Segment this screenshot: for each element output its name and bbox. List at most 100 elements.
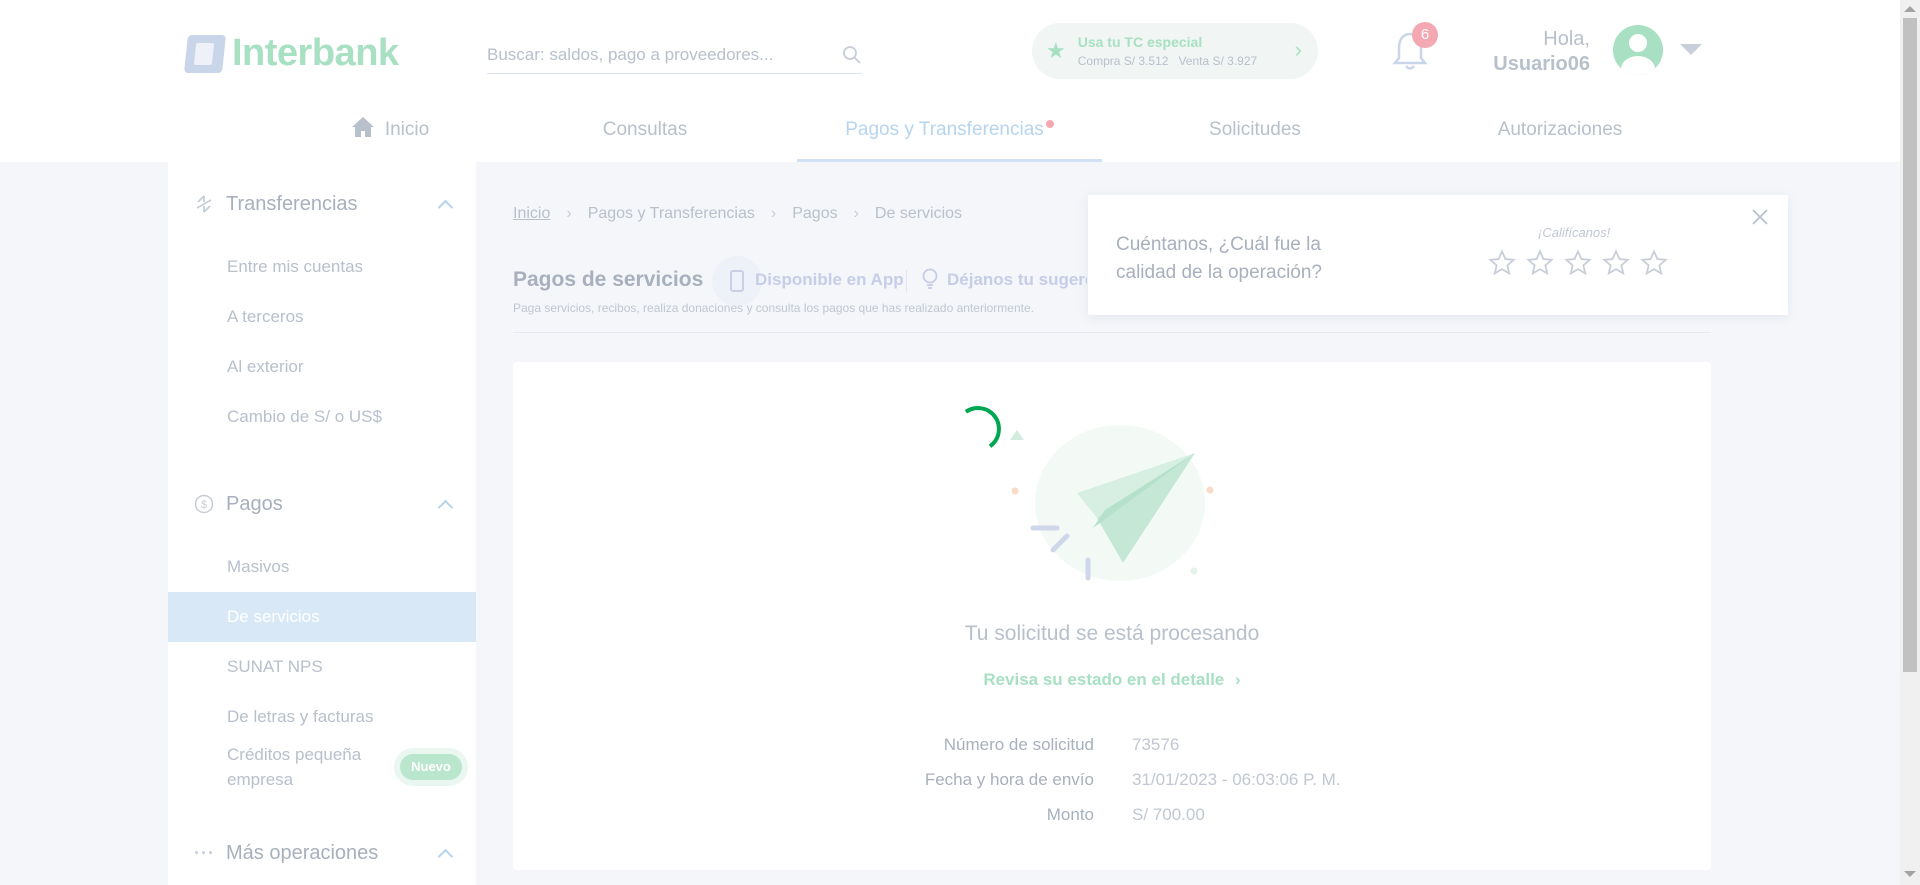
- sidebar-section-pagos[interactable]: $ Pagos: [168, 480, 476, 528]
- detail-value: S/ 700.00: [1132, 805, 1205, 824]
- lightbulb-icon: [922, 268, 938, 289]
- breadcrumb-de-servicios: De servicios: [874, 205, 963, 222]
- chevron-right-icon: ›: [1294, 37, 1302, 62]
- nav-inicio-label: Inicio: [384, 119, 430, 140]
- detail-label: Monto: [1046, 805, 1094, 824]
- sidebar-section-label: Más operaciones: [226, 841, 379, 864]
- chevron-right-icon: ›: [770, 205, 777, 222]
- rating-question: Cuéntanos, ¿Cuál fue la calidad de la op…: [1116, 234, 1322, 283]
- chevron-down-icon[interactable]: [1680, 44, 1702, 55]
- sidebar-item-creditos[interactable]: Créditos pequeña empresa Nuevo: [168, 742, 476, 798]
- available-in-app[interactable]: Disponible en App: [755, 270, 904, 290]
- rating-stars: [1488, 249, 1678, 277]
- star-icon[interactable]: [1602, 249, 1630, 277]
- logo-mark-icon: [184, 34, 226, 73]
- detail-label: Fecha y hora de envío: [924, 770, 1094, 789]
- paper-plane-illustration: [1010, 425, 1214, 581]
- sidebar-item-entre-mis-cuentas[interactable]: Entre mis cuentas: [168, 242, 476, 292]
- nav-solicitudes-label: Solicitudes: [1209, 119, 1301, 140]
- tc-venta: Venta S/ 3.927: [1178, 54, 1258, 68]
- svg-text:$: $: [201, 499, 207, 511]
- chevron-up-icon: [437, 199, 454, 216]
- star-icon[interactable]: [1488, 249, 1516, 277]
- sidebar-item-de-servicios[interactable]: De servicios: [168, 592, 476, 642]
- chevron-up-icon: [437, 848, 454, 865]
- sidebar: Transferencias Entre mis cuentas A terce…: [168, 162, 476, 885]
- page-title: Pagos de servicios: [513, 268, 704, 291]
- sidebar-item-sunat-nps[interactable]: SUNAT NPS: [168, 642, 476, 692]
- top-header: Interbank ★ Usa tu TC especial Compra S/…: [0, 0, 1900, 162]
- nav-pagos-transferencias[interactable]: Pagos y Transferencias: [797, 100, 1102, 162]
- scrollbar[interactable]: [1900, 0, 1920, 885]
- sidebar-section-label: Transferencias: [226, 192, 358, 215]
- breadcrumb-pagos[interactable]: Pagos: [792, 205, 837, 223]
- detail-value: 31/01/2023 - 06:03:06 P. M.: [1132, 770, 1341, 789]
- breadcrumb: Inicio › Pagos y Transferencias › Pagos …: [513, 205, 962, 223]
- notification-badge: 6: [1412, 22, 1438, 48]
- new-badge: Nuevo: [400, 754, 462, 780]
- sidebar-item-masivos[interactable]: Masivos: [168, 542, 476, 592]
- nav-consultas[interactable]: Consultas: [540, 100, 750, 162]
- nav-new-dot: [1045, 120, 1054, 128]
- star-icon[interactable]: [1640, 249, 1668, 277]
- star-icon[interactable]: [1526, 249, 1554, 277]
- scrollbar-thumb[interactable]: [1903, 18, 1917, 672]
- detail-label: Número de solicitud: [943, 735, 1094, 754]
- chevron-right-icon: ›: [853, 205, 859, 222]
- username: Usuario06: [1493, 53, 1590, 75]
- status-detail-link[interactable]: Revisa su estado en el detalle ›: [513, 670, 1711, 690]
- detail-row-fecha: Fecha y hora de envío 31/01/2023 - 06:03…: [513, 770, 1711, 798]
- star-icon: ★: [1046, 38, 1066, 63]
- rating-popup: Cuéntanos, ¿Cuál fue la calidad de la op…: [1088, 195, 1788, 315]
- sidebar-item-a-terceros[interactable]: A terceros: [168, 292, 476, 342]
- chevron-right-icon: ›: [1235, 670, 1241, 689]
- tc-rates: Compra S/ 3.512 Venta S/ 3.927: [1078, 54, 1267, 68]
- divider: [513, 332, 1711, 333]
- scroll-down-arrow-icon[interactable]: [1904, 871, 1916, 877]
- page-description: Paga servicios, recibos, realiza donacio…: [513, 301, 1034, 315]
- chevron-up-icon: [437, 499, 454, 516]
- interbank-logo[interactable]: Interbank: [184, 32, 399, 75]
- user-greeting: Hola, Usuario06: [1480, 28, 1590, 76]
- detail-row-monto: Monto S/ 700.00: [513, 805, 1711, 833]
- tc-especial-banner[interactable]: ★ Usa tu TC especial Compra S/ 3.512 Vent…: [1032, 23, 1318, 79]
- nav-consultas-label: Consultas: [602, 119, 688, 140]
- search-box: [487, 36, 862, 74]
- suggestion-link[interactable]: Déjanos tu sugerencia: [947, 270, 1087, 290]
- status-title: Tu solicitud se está procesando: [964, 622, 1260, 645]
- chevron-right-icon: ›: [566, 205, 572, 222]
- search-icon[interactable]: [842, 45, 862, 65]
- sidebar-item-al-exterior[interactable]: Al exterior: [168, 342, 476, 392]
- main-nav: Inicio Consultas Pagos y Transferencias …: [0, 100, 1900, 162]
- search-input[interactable]: [487, 44, 807, 65]
- sidebar-item-creditos-label: Créditos pequeña empresa: [227, 745, 362, 789]
- tc-compra: Compra S/ 3.512: [1077, 54, 1169, 68]
- nav-inicio[interactable]: Inicio: [240, 100, 540, 162]
- breadcrumb-inicio[interactable]: Inicio: [513, 205, 550, 223]
- sidebar-section-transferencias[interactable]: Transferencias: [168, 180, 476, 228]
- nav-solicitudes[interactable]: Solicitudes: [1160, 100, 1350, 162]
- detail-value: 73576: [1132, 735, 1180, 754]
- nav-autorizaciones-label: Autorizaciones: [1497, 119, 1623, 140]
- brand-name: Interbank: [232, 32, 399, 74]
- scroll-up-arrow-icon[interactable]: [1904, 6, 1916, 12]
- transfer-icon: [196, 195, 212, 213]
- nav-pagos-label: Pagos y Transferencias: [845, 119, 1044, 140]
- breadcrumb-pagos-transferencias[interactable]: Pagos y Transferencias: [588, 205, 755, 223]
- sidebar-item-cambio[interactable]: Cambio de S/ o US$: [168, 392, 476, 442]
- divider: [906, 270, 907, 292]
- sidebar-section-label: Pagos: [226, 492, 283, 515]
- tc-title: Usa tu TC especial: [1077, 34, 1203, 50]
- greeting-text: Hola,: [1543, 28, 1590, 50]
- rating-label: ¡Califícanos!: [1538, 225, 1611, 240]
- sidebar-section-mas-operaciones[interactable]: ··· Más operaciones: [168, 829, 476, 877]
- nav-autorizaciones[interactable]: Autorizaciones: [1460, 100, 1660, 162]
- avatar[interactable]: [1613, 25, 1663, 75]
- tc-texts: Usa tu TC especial Compra S/ 3.512 Venta …: [1078, 34, 1267, 68]
- more-icon: ···: [194, 842, 215, 863]
- home-icon: [351, 117, 374, 137]
- detail-row-numero: Número de solicitud 73576: [513, 735, 1711, 763]
- close-icon[interactable]: [1748, 205, 1772, 229]
- star-icon[interactable]: [1564, 249, 1592, 277]
- sidebar-item-letras-facturas[interactable]: De letras y facturas: [168, 692, 476, 742]
